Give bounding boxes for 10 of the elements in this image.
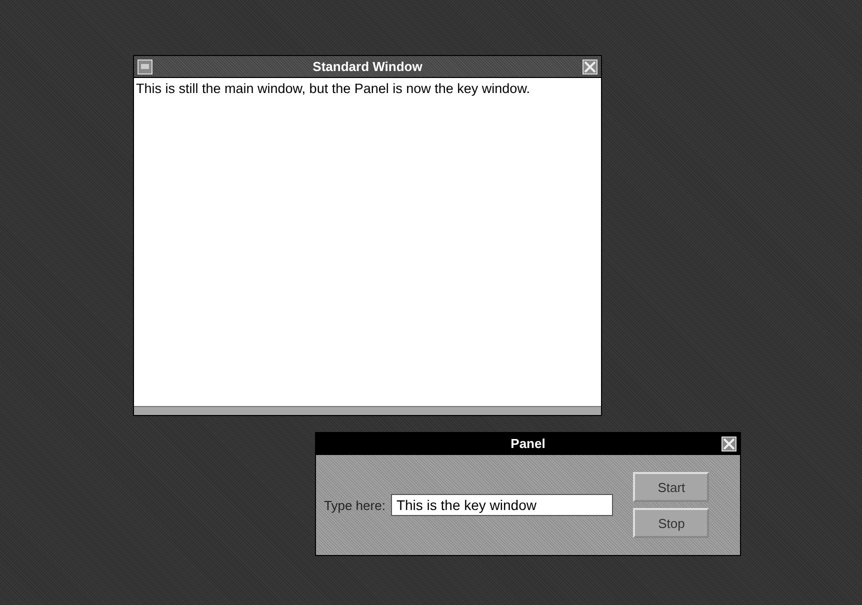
field-label: Type here: bbox=[324, 498, 386, 512]
close-icon[interactable] bbox=[721, 436, 737, 452]
panel-button[interactable]: Stop bbox=[633, 508, 710, 538]
input-field[interactable]: This is the key window bbox=[391, 494, 614, 516]
panel-button[interactable]: Start bbox=[633, 472, 710, 502]
minimize-icon[interactable] bbox=[137, 58, 153, 74]
window-title: Standard Window bbox=[312, 59, 424, 74]
close-icon[interactable] bbox=[582, 58, 598, 74]
window-title: Panel bbox=[510, 436, 546, 451]
message-text: This is still the main window, but the Panel is now the key window. bbox=[136, 81, 530, 96]
